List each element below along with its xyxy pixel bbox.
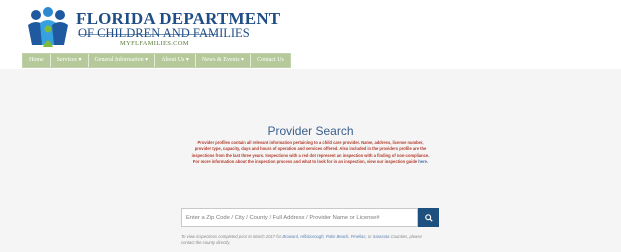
county-link-pinellas[interactable]: Pinellas: [351, 234, 366, 239]
search-button[interactable]: [418, 208, 439, 227]
nav-services[interactable]: Services ▾: [50, 54, 89, 67]
search-bar: [181, 208, 439, 227]
main-nav: Home Services ▾ General Information ▾ Ab…: [22, 53, 291, 68]
description-text: Provider profiles contain all relevant i…: [191, 140, 430, 165]
inspection-guide-link[interactable]: here: [418, 159, 427, 164]
nav-about-us[interactable]: About Us ▾: [155, 54, 196, 67]
nav-home[interactable]: Home: [23, 54, 51, 67]
site-header: FLORIDA DEPARTMENT OF CHILDREN AND FAMIL…: [0, 0, 621, 52]
brand-line-1: FLORIDA DEPARTMENT: [76, 9, 281, 28]
county-link-broward[interactable]: Broward: [282, 234, 298, 239]
brand-line-3: MYFLFAMILIES.COM: [120, 40, 189, 47]
search-input[interactable]: [181, 208, 418, 227]
note-prefix: To view inspections completed prior to M…: [181, 234, 283, 239]
nav-news-events[interactable]: News & Events ▾: [195, 54, 252, 67]
provider-description: Provider profiles contain all relevant i…: [190, 140, 431, 166]
description-end: .: [426, 159, 429, 165]
county-link-sarasota[interactable]: Sarasota: [373, 234, 390, 239]
county-note: To view inspections completed prior to M…: [181, 234, 422, 246]
county-link-palm-beach[interactable]: Palm Beach: [326, 234, 349, 239]
nav-contact-us[interactable]: Contact Us: [251, 54, 290, 67]
page-title: Provider Search: [267, 124, 354, 138]
brand-underline: [78, 34, 218, 35]
brand-title[interactable]: FLORIDA DEPARTMENT OF CHILDREN AND FAMIL…: [76, 10, 280, 48]
search-icon: [424, 213, 433, 222]
nav-general-information[interactable]: General Information ▾: [88, 54, 156, 67]
family-logo-icon[interactable]: [26, 7, 70, 47]
county-link-hillsborough[interactable]: Hillsborough: [300, 234, 323, 239]
